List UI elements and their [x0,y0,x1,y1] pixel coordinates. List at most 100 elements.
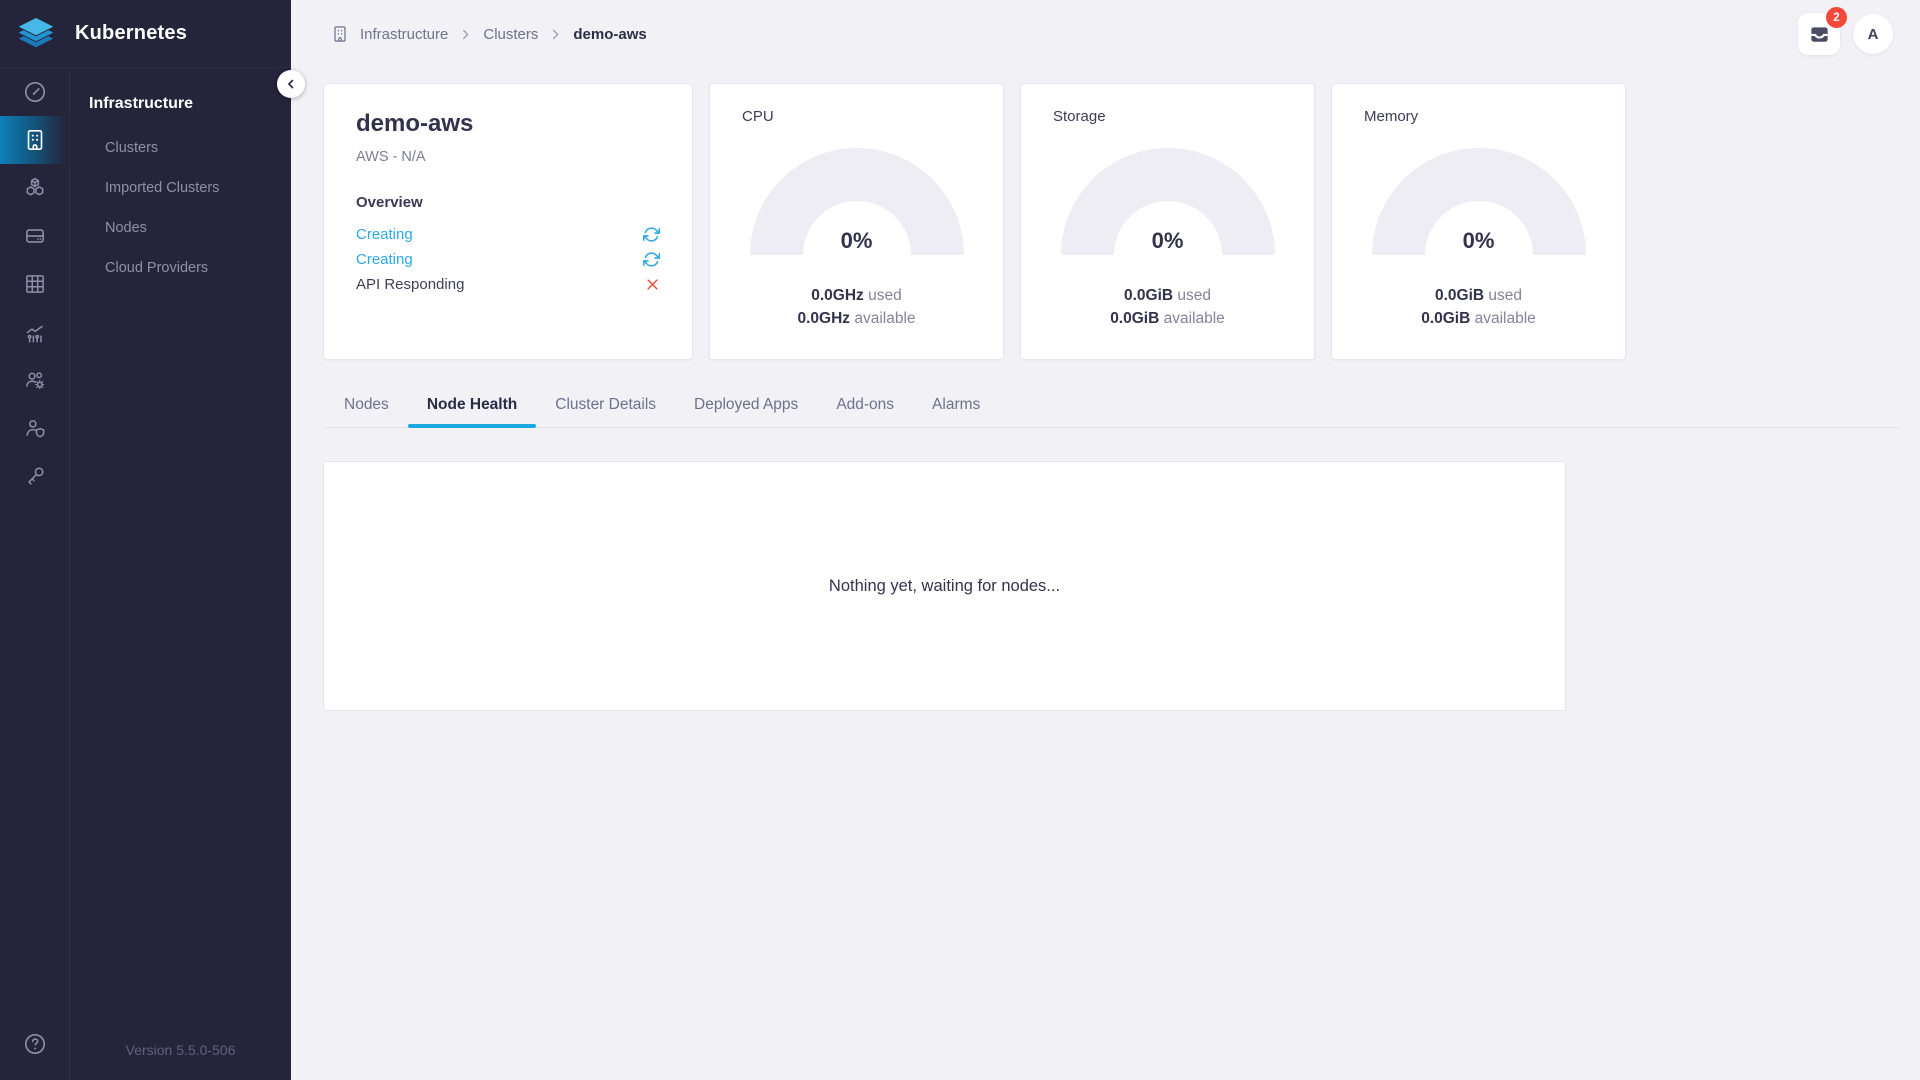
metric-stats: 0.0GHz used 0.0GHz available [710,284,1003,330]
tab-node-health[interactable]: Node Health [408,387,536,427]
available-value: 0.0GHz [797,310,850,327]
metric-title: Storage [1053,108,1314,125]
inbox-icon [1808,23,1831,46]
metric-card-memory: Memory 0% 0.0GiB used 0.0GiB available [1331,83,1626,360]
server-icon [22,223,48,249]
refresh-icon [643,226,660,243]
used-label: used [868,287,902,304]
tab-deployed-apps[interactable]: Deployed Apps [675,387,817,427]
status-label: Creating [356,226,413,243]
sidebar-item-clusters[interactable]: Clusters [70,128,291,168]
rail-item-user-roles[interactable] [0,404,70,452]
metric-title: Memory [1364,108,1625,125]
used-value: 0.0GiB [1124,287,1173,304]
sidebar: Kubernetes [0,0,291,1080]
brand-header: Kubernetes [0,0,291,68]
rail-item-projects[interactable] [0,260,70,308]
content: demo-aws AWS - N/A Overview Creating [291,68,1920,711]
user-avatar[interactable]: A [1853,14,1893,54]
available-label: available [1475,310,1536,327]
metric-stats: 0.0GiB used 0.0GiB available [1332,284,1625,330]
cluster-overview-card: demo-aws AWS - N/A Overview Creating [323,83,693,360]
topbar-actions: 2 A [1798,13,1893,55]
brand-name: Kubernetes [75,22,187,45]
rail-spacer [0,500,69,1020]
user-shield-icon [22,415,48,441]
rail-item-profiles[interactable] [0,164,70,212]
chart-icon [22,319,48,345]
status-list: Creating Creating [356,222,660,297]
error-x-icon [645,277,660,292]
main-area: Infrastructure Clusters demo-aws 2 A [291,0,1920,1080]
used-label: used [1488,287,1522,304]
breadcrumb-current-cluster: demo-aws [573,26,646,43]
used-value: 0.0GHz [811,287,864,304]
summary-cards-row: demo-aws AWS - N/A Overview Creating [323,83,1901,360]
gauge-percent: 0% [1061,228,1275,254]
status-row: API Responding [356,272,660,297]
breadcrumb-infrastructure[interactable]: Infrastructure [360,26,448,43]
topbar: Infrastructure Clusters demo-aws 2 A [291,0,1920,68]
notifications-button[interactable]: 2 [1798,13,1840,55]
rail-item-servers[interactable] [0,212,70,260]
sidebar-item-imported-clusters[interactable]: Imported Clusters [70,168,291,208]
sidebar-section-title: Infrastructure [70,68,291,113]
chevron-right-icon [548,27,563,42]
rail-item-dashboard[interactable] [0,68,70,116]
cpu-gauge: 0% [750,148,964,255]
gauge-percent: 0% [750,228,964,254]
refresh-icon [643,251,660,268]
chevron-left-icon [284,77,298,91]
version-label: Version 5.5.0-506 [70,1042,291,1058]
rail-item-monitoring[interactable] [0,308,70,356]
used-label: used [1177,287,1211,304]
status-row: Creating [356,222,660,247]
node-health-empty-card: Nothing yet, waiting for nodes... [323,461,1566,711]
sidebar-panel: Infrastructure Clusters Imported Cluster… [70,68,291,1080]
available-value: 0.0GiB [1421,310,1470,327]
tab-cluster-details[interactable]: Cluster Details [536,387,675,427]
cluster-tabs: Nodes Node Health Cluster Details Deploy… [323,387,1901,428]
metric-card-cpu: CPU 0% 0.0GHz used 0.0GHz available [709,83,1004,360]
sidebar-menu: Clusters Imported Clusters Nodes Cloud P… [70,128,291,288]
status-label: Creating [356,251,413,268]
rail-item-help[interactable] [0,1020,70,1068]
help-icon [22,1031,48,1057]
available-label: available [1164,310,1225,327]
layers-logo-icon [14,14,58,54]
chevron-right-icon [458,27,473,42]
sidebar-item-nodes[interactable]: Nodes [70,208,291,248]
building-icon [22,127,48,153]
rail-item-keys[interactable] [0,452,70,500]
cluster-name: demo-aws [356,110,660,138]
notification-count-badge: 2 [1826,7,1847,28]
rail-item-infrastructure[interactable] [0,116,70,164]
breadcrumb-building-icon [330,24,350,44]
users-gear-icon [22,367,48,393]
cluster-subtitle: AWS - N/A [356,149,660,165]
memory-gauge: 0% [1372,148,1586,255]
rail-item-teams[interactable] [0,356,70,404]
status-row: Creating [356,247,660,272]
tab-alarms[interactable]: Alarms [913,387,999,427]
metric-title: CPU [742,108,1003,125]
gauge-icon [22,79,48,105]
metric-card-storage: Storage 0% 0.0GiB used 0.0GiB available [1020,83,1315,360]
breadcrumb: Infrastructure Clusters demo-aws [330,24,647,44]
gauge-percent: 0% [1372,228,1586,254]
empty-state-message: Nothing yet, waiting for nodes... [829,577,1060,596]
metric-stats: 0.0GiB used 0.0GiB available [1021,284,1314,330]
tab-nodes[interactable]: Nodes [325,387,408,427]
storage-gauge: 0% [1061,148,1275,255]
sidebar-collapse-button[interactable] [277,70,305,98]
cubes-icon [22,175,48,201]
sidebar-item-cloud-providers[interactable]: Cloud Providers [70,248,291,288]
grid-icon [22,271,48,297]
tab-add-ons[interactable]: Add-ons [817,387,913,427]
key-icon [22,463,48,489]
breadcrumb-clusters[interactable]: Clusters [483,26,538,43]
available-label: available [854,310,915,327]
used-value: 0.0GiB [1435,287,1484,304]
icon-rail [0,68,70,1080]
available-value: 0.0GiB [1110,310,1159,327]
